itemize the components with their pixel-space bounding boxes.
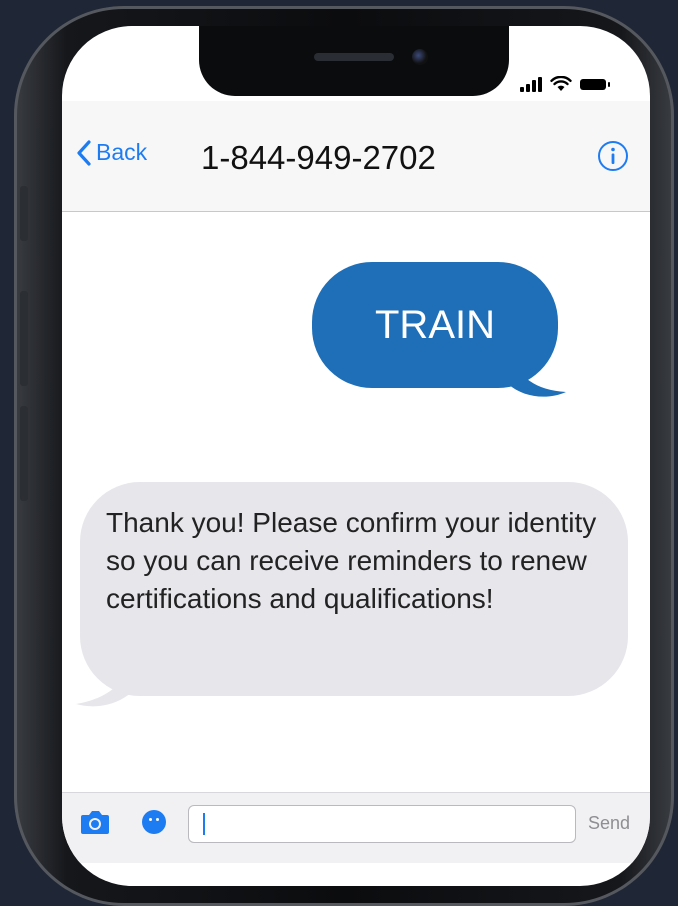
conversation-header: Back 1-844-949-2702	[62, 101, 650, 212]
wifi-icon	[550, 76, 572, 91]
incoming-message[interactable]: Thank you! Please confirm your identity …	[76, 482, 628, 707]
chevron-left-icon	[77, 139, 91, 166]
outgoing-message[interactable]: TRAIN	[312, 262, 566, 397]
speaker-grille	[314, 53, 394, 61]
phone-frame: Back 1-844-949-2702 TRAIN Thank you! Ple…	[14, 6, 674, 906]
camera-icon[interactable]	[80, 809, 110, 835]
volume-down-button	[20, 406, 28, 501]
message-thread: TRAIN Thank you! Please confirm your ide…	[62, 212, 650, 792]
message-input[interactable]	[188, 805, 576, 843]
back-label: Back	[96, 139, 148, 165]
notch	[199, 26, 509, 96]
contact-name[interactable]: 1-844-949-2702	[201, 139, 436, 177]
app-store-icon[interactable]	[142, 810, 166, 834]
volume-up-button	[20, 291, 28, 386]
front-camera	[412, 49, 428, 65]
incoming-message-text: Thank you! Please confirm your identity …	[106, 507, 597, 614]
text-caret	[203, 813, 205, 835]
message-composer: Send	[62, 792, 650, 863]
phone-screen: Back 1-844-949-2702 TRAIN Thank you! Ple…	[62, 26, 650, 886]
status-bar-icons	[520, 76, 610, 92]
mute-switch	[20, 186, 28, 241]
signal-icon	[520, 76, 542, 92]
outgoing-message-text: TRAIN	[375, 302, 495, 347]
battery-icon	[580, 79, 610, 90]
info-icon[interactable]	[596, 139, 630, 173]
back-button[interactable]: Back	[76, 139, 147, 166]
send-button[interactable]: Send	[588, 813, 630, 834]
incoming-bubble-tail	[76, 652, 134, 707]
